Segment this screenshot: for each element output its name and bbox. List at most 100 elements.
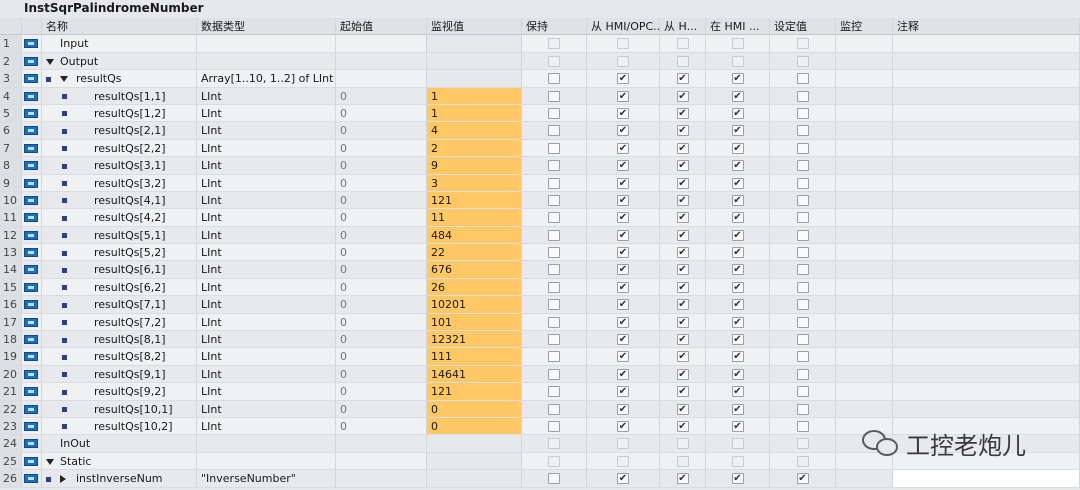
table-row[interactable]: 18 resultQs[8,1] LInt 0 12321 [0,331,1080,349]
supervision-cell[interactable] [836,87,893,105]
name-cell[interactable]: resultQs[7,2] [42,313,197,332]
retain-checkbox[interactable] [548,229,560,241]
table-row[interactable]: 13 resultQs[5,2] LInt 0 22 [0,244,1080,262]
supervision-cell[interactable] [836,383,893,401]
table-row[interactable]: 26 instInverseNum "InverseNumber" [0,470,1080,488]
hmi-visible-checkbox[interactable] [731,142,744,154]
row-number[interactable]: 15 [0,278,22,297]
row-number[interactable]: 4 [0,87,22,105]
start-value-cell[interactable]: 0 [336,122,427,140]
setpoint-checkbox[interactable] [796,125,809,137]
data-type-cell[interactable]: LInt [197,417,336,436]
hmi-write-checkbox[interactable] [676,177,689,189]
table-row[interactable]: 1 Input [0,35,1080,53]
row-number[interactable]: 16 [0,296,22,314]
table-row[interactable]: 9 resultQs[3,2] LInt 0 3 [0,174,1080,192]
table-row[interactable]: 7 resultQs[2,2] LInt 0 2 [0,139,1080,158]
monitor-value-cell[interactable]: 121 [427,383,522,401]
hmi-visible-checkbox[interactable] [731,334,744,346]
hmi-write-checkbox[interactable] [676,160,689,172]
setpoint-checkbox[interactable] [796,90,809,102]
comment-cell[interactable] [893,35,1080,53]
row-number[interactable]: 7 [0,139,22,158]
setpoint-checkbox[interactable] [796,368,809,380]
hmi-visible-checkbox[interactable] [731,455,744,467]
comment-cell[interactable] [893,122,1080,140]
table-row[interactable]: 5 resultQs[1,2] LInt 0 1 [0,104,1080,123]
hmi-access-checkbox[interactable] [617,403,629,415]
monitor-value-cell[interactable]: 121 [427,191,522,210]
hmi-access-checkbox[interactable] [617,107,629,119]
hmi-access-checkbox[interactable] [617,55,629,67]
hmi-access-checkbox[interactable] [617,334,629,346]
row-number[interactable]: 13 [0,244,22,262]
setpoint-checkbox[interactable] [796,73,809,85]
setpoint-checkbox[interactable] [796,438,809,450]
hmi-visible-checkbox[interactable] [731,368,744,380]
hmi-access-checkbox[interactable] [617,212,629,224]
data-type-cell[interactable]: LInt [197,244,336,262]
start-value-cell[interactable]: 0 [336,296,427,314]
supervision-cell[interactable] [836,157,893,175]
supervision-cell[interactable] [836,35,893,53]
setpoint-checkbox[interactable] [796,455,809,467]
hmi-visible-checkbox[interactable] [731,177,744,189]
start-value-cell[interactable] [336,435,427,453]
row-number[interactable]: 17 [0,313,22,332]
monitor-value-cell[interactable]: 0 [427,417,522,436]
hmi-access-checkbox[interactable] [617,160,629,172]
comment-cell[interactable] [893,52,1080,71]
hmi-visible-checkbox[interactable] [731,55,744,67]
hmi-access-checkbox[interactable] [617,455,629,467]
data-type-cell[interactable]: LInt [197,313,336,332]
monitor-value-cell[interactable]: 9 [427,157,522,175]
start-value-cell[interactable]: 0 [336,348,427,366]
hmi-access-checkbox[interactable] [617,299,629,311]
setpoint-checkbox[interactable] [796,473,809,485]
start-value-cell[interactable]: 0 [336,174,427,192]
setpoint-checkbox[interactable] [796,177,809,189]
hmi-access-checkbox[interactable] [617,386,629,398]
hmi-access-checkbox[interactable] [617,316,629,328]
table-row[interactable]: 19 resultQs[8,2] LInt 0 111 [0,348,1080,366]
hmi-access-checkbox[interactable] [617,142,629,154]
hmi-access-checkbox[interactable] [617,90,629,102]
hmi-write-checkbox[interactable] [676,386,689,398]
hmi-write-checkbox[interactable] [676,229,689,241]
name-cell[interactable]: resultQs[10,2] [42,417,197,436]
hmi-write-checkbox[interactable] [676,38,689,50]
retain-checkbox[interactable] [548,142,560,154]
monitor-value-cell[interactable] [427,452,522,471]
supervision-cell[interactable] [836,244,893,262]
supervision-cell[interactable] [836,313,893,332]
row-number[interactable]: 10 [0,191,22,210]
setpoint-checkbox[interactable] [796,299,809,311]
supervision-cell[interactable] [836,400,893,418]
name-cell[interactable]: resultQs[2,1] [42,122,197,140]
start-value-cell[interactable]: 0 [336,417,427,436]
monitor-value-cell[interactable]: 0 [427,400,522,418]
monitor-value-cell[interactable] [427,35,522,53]
name-cell[interactable]: resultQs[8,2] [42,348,197,366]
hmi-visible-checkbox[interactable] [731,38,744,50]
table-row[interactable]: 17 resultQs[7,2] LInt 0 101 [0,313,1080,332]
hmi-access-checkbox[interactable] [617,264,629,276]
retain-checkbox[interactable] [548,55,560,67]
hmi-access-checkbox[interactable] [617,281,629,293]
data-type-cell[interactable]: LInt [197,122,336,140]
retain-checkbox[interactable] [548,316,560,328]
retain-checkbox[interactable] [548,438,560,450]
supervision-cell[interactable] [836,470,893,488]
name-cell[interactable]: resultQs[4,1] [42,191,197,210]
retain-checkbox[interactable] [548,420,560,432]
row-number[interactable]: 23 [0,417,22,436]
supervision-cell[interactable] [836,348,893,366]
retain-checkbox[interactable] [548,177,560,189]
monitor-value-cell[interactable]: 484 [427,226,522,245]
name-cell[interactable]: resultQs[1,1] [42,87,197,105]
retain-checkbox[interactable] [548,403,560,415]
hmi-write-checkbox[interactable] [676,334,689,346]
table-row[interactable]: 11 resultQs[4,2] LInt 0 11 [0,209,1080,227]
header-comment[interactable]: 注释 [893,18,1080,36]
hmi-write-checkbox[interactable] [676,55,689,67]
